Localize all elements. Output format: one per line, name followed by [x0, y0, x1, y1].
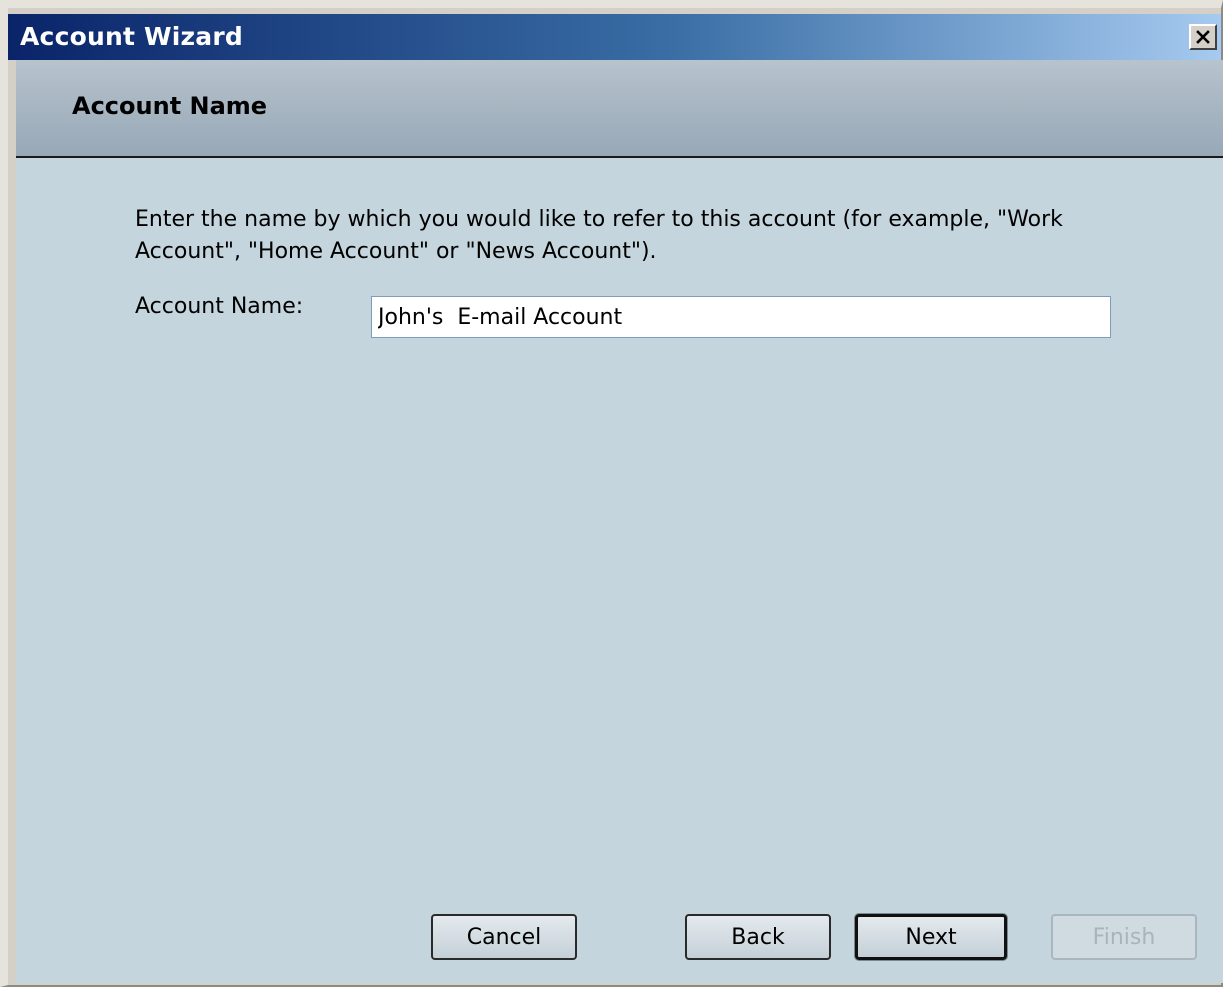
account-name-label: Account Name: — [135, 294, 304, 319]
back-button[interactable]: Back — [685, 914, 831, 960]
instruction-text: Enter the name by which you would like t… — [135, 207, 1063, 264]
next-button[interactable]: Next — [855, 914, 1007, 960]
cancel-button[interactable]: Cancel — [431, 914, 577, 960]
wizard-page-header: Account Name — [16, 60, 1223, 158]
finish-button[interactable]: Finish — [1051, 914, 1197, 960]
close-button[interactable] — [1189, 24, 1217, 50]
page-title: Account Name — [72, 92, 268, 120]
title-bar[interactable]: Account Wizard — [8, 14, 1221, 60]
wizard-content: Enter the name by which you would like t… — [16, 158, 1223, 983]
window-title: Account Wizard — [20, 22, 244, 51]
account-name-input[interactable] — [371, 296, 1111, 338]
close-icon — [1195, 29, 1211, 45]
